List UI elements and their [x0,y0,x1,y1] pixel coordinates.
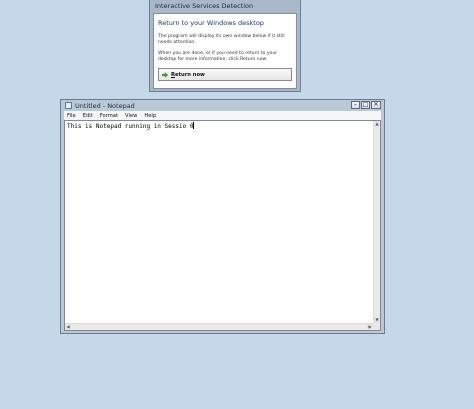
text-editor[interactable]: This is Notepad running in Sessio 0 [65,121,373,323]
close-button[interactable]: ✕ [371,101,381,109]
isd-heading: Return to your Windows desktop [158,19,264,27]
window-controls: – □ ✕ [350,101,381,109]
menu-help[interactable]: Help [144,113,156,119]
isd-description-1: The program will display its own window … [158,34,285,45]
scroll-left-icon[interactable]: ◀ [65,324,71,330]
menu-file[interactable]: File [67,113,76,119]
menu-format[interactable]: Format [100,113,118,119]
green-arrow-icon [162,71,168,78]
notepad-edit-area: This is Notepad running in Sessio 0 ▲ ▼ … [64,120,381,331]
isd-description-2: When you are done, or if you need to ret… [158,51,278,62]
notepad-window-title: Untitled - Notepad [75,101,135,110]
notepad-app-icon[interactable] [65,102,72,109]
editor-text: This is Notepad running in Sessio 0 [67,123,194,130]
menu-edit[interactable]: Edit [83,113,93,119]
minimize-button[interactable]: – [351,101,360,109]
menu-bar: File Edit Format View Help [64,111,381,120]
notepad-titlebar[interactable]: Untitled - Notepad – □ ✕ [64,100,381,111]
menu-view[interactable]: View [125,113,137,119]
horizontal-scrollbar[interactable]: ◀ ▶ [65,323,373,330]
isd-window-title: Interactive Services Detection [155,2,254,10]
maximize-button[interactable]: □ [361,101,370,109]
vertical-scrollbar[interactable]: ▲ ▼ [373,121,380,323]
interactive-services-detection-window: Interactive Services Detection Return to… [149,0,301,92]
size-grip[interactable] [373,323,380,330]
scroll-up-icon[interactable]: ▲ [374,121,380,127]
isd-content-panel: Return to your Windows desktop The progr… [153,13,297,89]
return-now-button[interactable]: Return now [158,68,292,81]
text-caret [193,122,195,129]
notepad-window: Untitled - Notepad – □ ✕ File Edit Forma… [60,99,385,334]
return-now-label: Return now [171,71,205,78]
